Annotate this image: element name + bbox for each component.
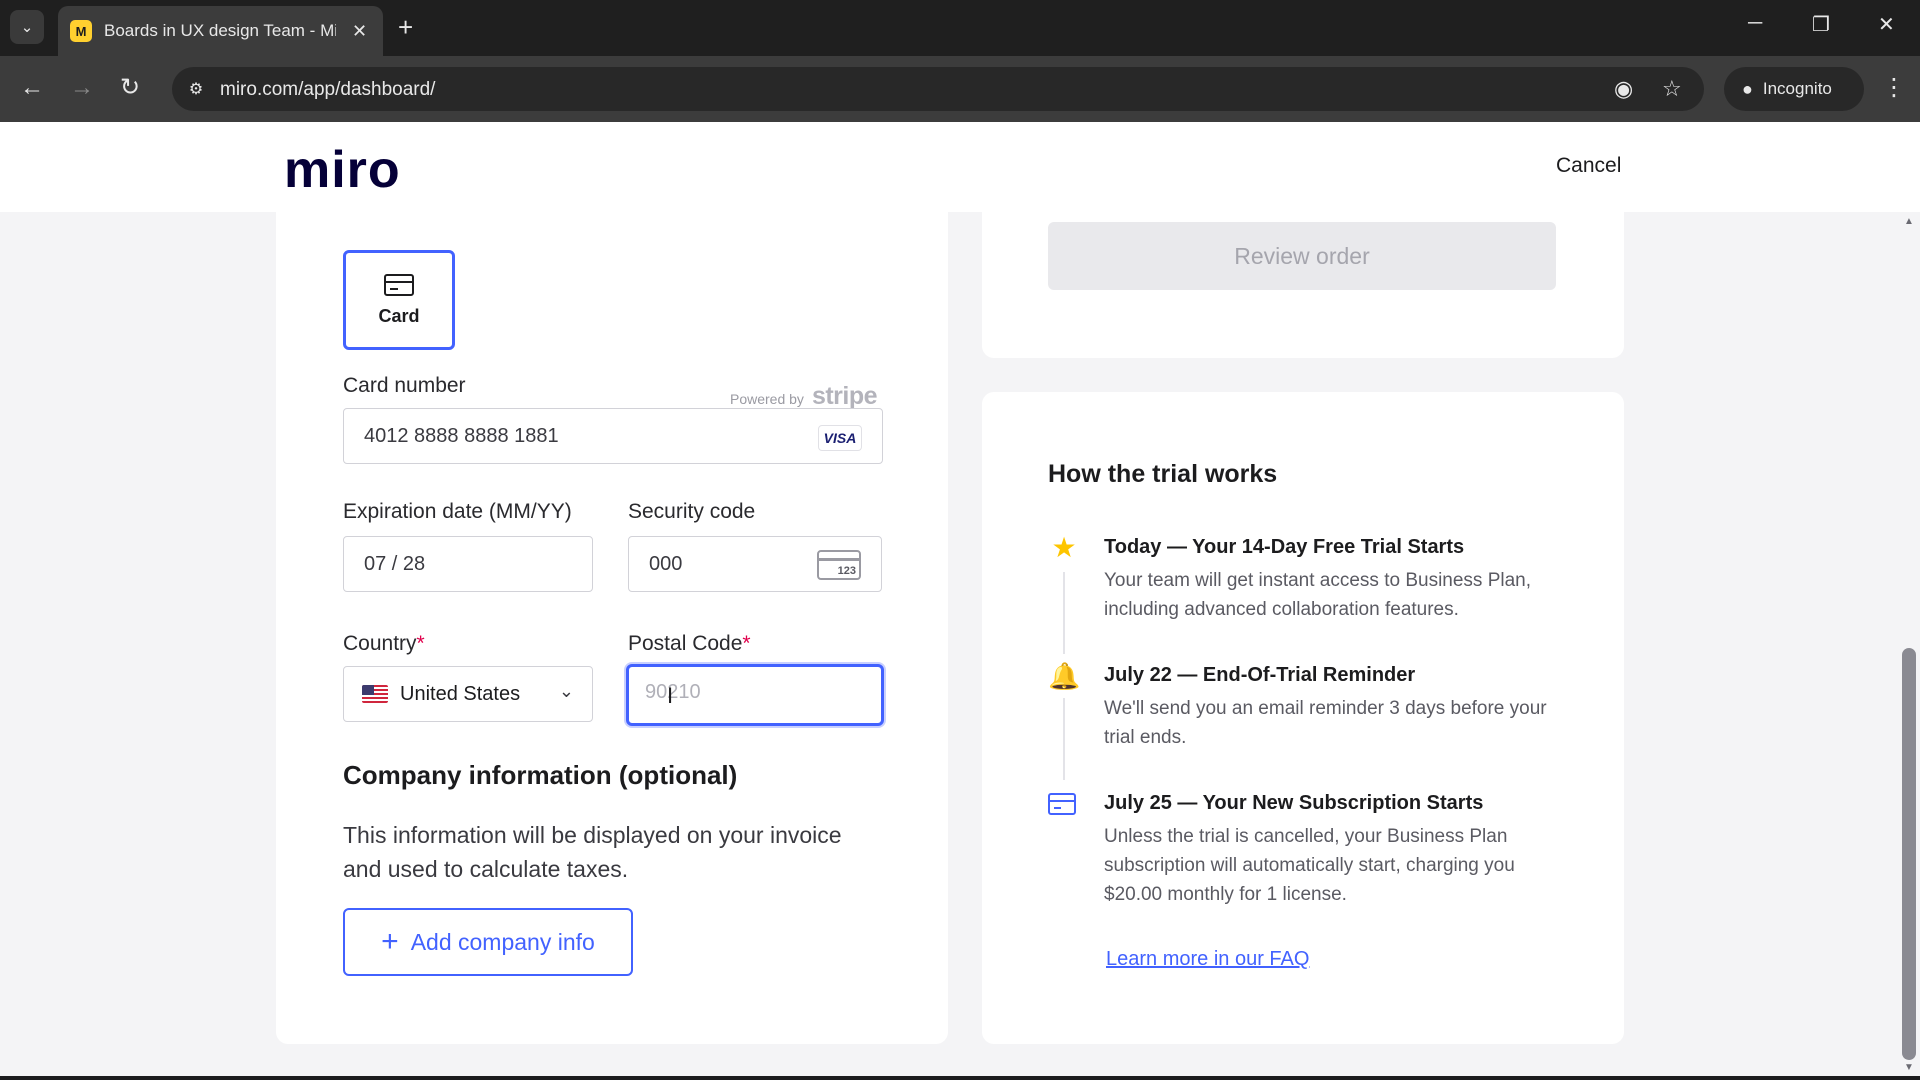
- incognito-badge[interactable]: ● Incognito: [1724, 67, 1864, 111]
- faq-link[interactable]: Learn more in our FAQ: [1106, 948, 1309, 971]
- incognito-label: Incognito: [1762, 79, 1832, 98]
- site-info-icon[interactable]: ⚙: [182, 75, 210, 103]
- credit-card-icon: [1048, 793, 1076, 815]
- browser-toolbar: ← → ↻ ⚙ miro.com/app/dashboard/ ◉ ☆ ● In…: [0, 56, 1920, 122]
- eye-off-icon[interactable]: ◉: [1614, 76, 1633, 102]
- visa-icon: VISA: [818, 425, 862, 451]
- card-number-value: 4012 8888 8888 1881: [364, 425, 559, 447]
- security-code-label: Security code: [628, 500, 756, 523]
- restore-icon[interactable]: ❐: [1812, 12, 1830, 37]
- postal-code-field[interactable]: I: [626, 664, 884, 726]
- star-icon: ★: [1051, 532, 1077, 563]
- trial-title: How the trial works: [1048, 460, 1278, 488]
- url-text[interactable]: miro.com/app/dashboard/: [220, 79, 435, 101]
- payment-method-label: Card: [378, 305, 420, 326]
- stripe-logo: stripe: [811, 382, 878, 410]
- credit-card-icon: [384, 273, 414, 296]
- chevron-down-icon: ⌄: [558, 681, 574, 701]
- trial-step-description: Unless the trial is cancelled, your Busi…: [1104, 826, 1515, 905]
- miro-logo[interactable]: miro: [284, 140, 401, 200]
- security-code-value: 000: [649, 553, 683, 575]
- expiration-label: Expiration date (MM/YY): [343, 500, 572, 523]
- tab-title: Boards in UX design Team - Miro: [104, 21, 336, 40]
- card-number-field[interactable]: 4012 8888 8888 1881 VISA: [343, 408, 883, 464]
- forward-icon[interactable]: →: [70, 73, 94, 103]
- back-icon[interactable]: ←: [20, 73, 44, 103]
- address-bar[interactable]: ⚙ miro.com/app/dashboard/ ◉ ☆: [172, 67, 1704, 111]
- card-number-label: Card number: [343, 374, 466, 397]
- card-payment-method[interactable]: Card: [343, 250, 455, 350]
- country-select[interactable]: United States ⌄: [343, 666, 593, 722]
- us-flag-icon: [362, 685, 388, 703]
- postal-code-label: Postal Code*: [628, 632, 751, 655]
- order-summary-card: Review order: [982, 212, 1624, 358]
- chevron-down-icon: ⌄: [20, 19, 34, 36]
- plus-icon: +: [381, 925, 399, 958]
- company-info-title: Company information (optional): [343, 760, 738, 790]
- country-value: United States: [400, 683, 521, 705]
- trial-step-title: July 22 — End-Of-Trial Reminder: [1104, 664, 1416, 686]
- cvc-card-icon: 123: [817, 550, 861, 580]
- trial-step-title: July 25 — Your New Subscription Starts: [1104, 792, 1484, 814]
- country-label: Country*: [343, 632, 425, 655]
- trial-info-card: How the trial works ★ Today — Your 14-Da…: [982, 392, 1624, 1044]
- trial-step-title: Today — Your 14-Day Free Trial Starts: [1104, 536, 1465, 558]
- tab-search-button[interactable]: ⌄: [10, 10, 44, 44]
- postal-code-input[interactable]: [645, 681, 865, 704]
- add-company-info-button[interactable]: + Add company info: [343, 908, 633, 976]
- expiration-value: 07 / 28: [364, 553, 426, 575]
- timeline-connector: [1063, 572, 1065, 654]
- minimize-icon[interactable]: ─: [1748, 12, 1762, 35]
- cancel-button[interactable]: Cancel: [1556, 154, 1621, 178]
- scroll-up-icon[interactable]: ▲: [1904, 216, 1914, 227]
- expiration-field[interactable]: 07 / 28: [343, 536, 593, 592]
- company-info-description: This information will be displayed on yo…: [343, 822, 842, 882]
- payment-form-card: Card Card number Powered by stripe 4012 8…: [276, 212, 948, 1044]
- window-bottom-edge: [0, 1076, 1920, 1080]
- scrollbar-thumb[interactable]: [1902, 648, 1916, 1060]
- browser-tab[interactable]: M Boards in UX design Team - Miro ✕: [58, 6, 383, 56]
- new-tab-button[interactable]: +: [398, 12, 413, 42]
- incognito-icon: ●: [1742, 78, 1753, 99]
- tab-close-icon[interactable]: ✕: [352, 21, 367, 42]
- page-header: miro Cancel: [0, 122, 1920, 212]
- bell-icon: 🔔: [1048, 661, 1081, 691]
- close-window-icon[interactable]: ✕: [1878, 12, 1895, 37]
- page-scrollbar[interactable]: ▲ ▼: [1898, 212, 1920, 1080]
- miro-favicon-icon: M: [70, 20, 92, 42]
- trial-step-description: Your team will get instant access to Bus…: [1104, 570, 1532, 620]
- add-company-info-label: Add company info: [410, 928, 595, 955]
- bookmark-star-icon[interactable]: ☆: [1662, 76, 1682, 102]
- trial-step-description: We'll send you an email reminder 3 days …: [1104, 698, 1547, 748]
- text-cursor-icon: I: [667, 683, 674, 708]
- browser-menu-icon[interactable]: ⋮: [1882, 73, 1906, 102]
- timeline-connector: [1063, 698, 1065, 780]
- security-code-field[interactable]: 000 123: [628, 536, 882, 592]
- browser-tab-bar: ⌄ M Boards in UX design Team - Miro ✕ + …: [0, 0, 1920, 56]
- reload-icon[interactable]: ↻: [120, 73, 140, 103]
- scroll-down-icon[interactable]: ▼: [1904, 1062, 1914, 1073]
- powered-by-stripe: Powered by stripe: [730, 382, 878, 410]
- review-order-button[interactable]: Review order: [1048, 222, 1556, 290]
